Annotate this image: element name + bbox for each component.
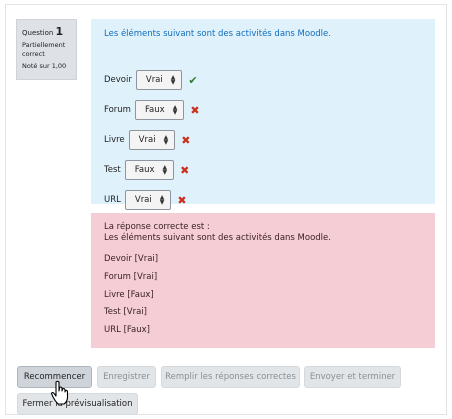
feedback-answer: Devoir [Vrai] — [104, 254, 159, 264]
feedback-answer: URL [Faux] — [104, 325, 150, 336]
updown-icon: ▲ ▼ — [159, 194, 165, 206]
updown-icon: ▲ ▼ — [170, 74, 176, 86]
question-number-value: 1 — [55, 25, 64, 38]
question-formulation: Les éléments suivant sont des activités … — [91, 19, 435, 210]
updown-icon: ▲ ▼ — [172, 104, 178, 116]
answer-label: Devoir — [104, 75, 132, 85]
correct-answer-feedback: La réponse correcte est : Les éléments s… — [91, 213, 435, 348]
feedback-text: Les éléments suivant sont des activités … — [104, 233, 331, 243]
question-state: Partiellement correct — [22, 41, 66, 58]
hand-pointer-icon — [50, 380, 69, 405]
answer-select[interactable]: Vrai ▲ ▼ — [128, 130, 176, 150]
answer-select[interactable]: Faux ▲ ▼ — [124, 160, 175, 180]
cross-icon: ✖ — [177, 193, 187, 207]
select-value: Vrai — [145, 75, 163, 85]
feedback-answer: Forum [Vrai] — [104, 271, 158, 282]
answer-row-devoir: Devoir Vrai ▲ ▼ ✔ — [104, 70, 198, 90]
answer-row-test: Test Faux ▲ ▼ ✖ — [104, 160, 189, 180]
updown-icon: ▲ ▼ — [163, 134, 169, 146]
select-value: Faux — [144, 105, 165, 115]
answer-label: Forum — [104, 105, 131, 115]
select-value: Faux — [134, 165, 155, 175]
save-button[interactable]: Enregistrer — [97, 366, 156, 388]
question-grade: Noté sur 1,00 — [22, 62, 67, 70]
select-value: Vrai — [134, 195, 152, 205]
feedback-answer-list: Devoir [Vrai] Forum [Vrai] Livre [Faux] … — [104, 251, 422, 340]
cross-icon: ✖ — [190, 103, 200, 117]
answer-row-livre: Livre Vrai ▲ ▼ ✖ — [104, 130, 190, 150]
feedback-answer: Livre [Faux] — [104, 289, 154, 300]
updown-icon: ▲ ▼ — [162, 164, 168, 176]
fill-correct-button[interactable]: Remplir les réponses correctes — [161, 366, 300, 388]
answer-select[interactable]: Vrai ▲ ▼ — [135, 70, 183, 90]
cross-icon: ✖ — [181, 133, 191, 147]
feedback-heading: La réponse correcte est : — [104, 222, 210, 232]
close-preview-button[interactable]: Fermer la prévisualisation — [17, 393, 138, 415]
question-text: Les éléments suivant sont des activités … — [104, 29, 331, 39]
question-number: Question 1 — [22, 25, 71, 38]
cross-icon: ✖ — [180, 163, 190, 177]
submit-finish-button[interactable]: Envoyer et terminer — [304, 366, 401, 388]
answer-label: Test — [104, 165, 121, 175]
answer-row-forum: Forum Faux ▲ ▼ ✖ — [104, 100, 200, 120]
answer-select[interactable]: Vrai ▲ ▼ — [124, 190, 172, 210]
select-value: Vrai — [138, 135, 156, 145]
answer-row-url: URL Vrai ▲ ▼ ✖ — [104, 190, 187, 210]
check-icon: ✔ — [188, 73, 198, 87]
question-info-box: Question 1 Partiellement correct Noté su… — [16, 19, 77, 80]
answer-select[interactable]: Faux ▲ ▼ — [134, 100, 185, 120]
answer-label: Livre — [104, 135, 125, 145]
answer-label: URL — [104, 195, 121, 205]
feedback-answer: Test [Vrai] — [104, 307, 147, 318]
question-label: Question — [22, 29, 54, 37]
